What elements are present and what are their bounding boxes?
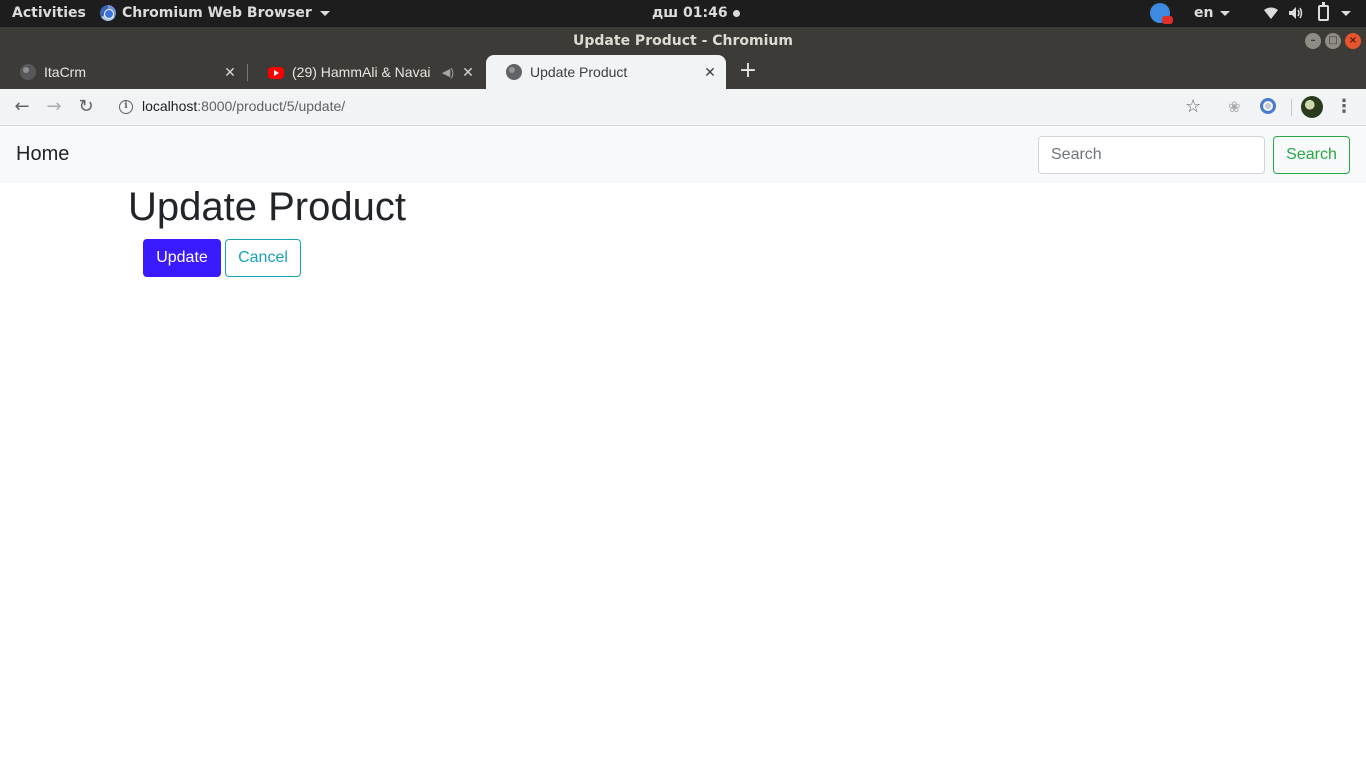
toolbar-divider — [1291, 99, 1292, 116]
maximize-icon[interactable]: □ — [1325, 33, 1341, 49]
more-menu-icon[interactable]: ⋮ — [1335, 95, 1353, 119]
forward-arrow-icon[interactable]: → — [42, 95, 66, 119]
youtube-icon — [268, 67, 284, 79]
update-button[interactable]: Update — [143, 239, 221, 277]
cancel-button[interactable]: Cancel — [225, 239, 301, 277]
address-bar[interactable]: localhost:8000/product/5/update/ — [142, 98, 345, 114]
tab-label: (29) HammAli & Navai — [292, 64, 431, 80]
clock-label: дш 01:46 — [652, 5, 728, 21]
window-title: Update Product - Chromium — [573, 33, 793, 49]
tab-itacrm[interactable]: ItaCrm ✕ — [0, 55, 246, 89]
globe-icon — [20, 64, 36, 80]
tab-youtube[interactable]: (29) HammAli & Navai ◀) ✕ — [248, 55, 484, 89]
chevron-down-icon — [319, 10, 330, 16]
volume-icon[interactable] — [1288, 6, 1304, 20]
tab-update-product[interactable]: Update Product ✕ — [486, 55, 726, 89]
chevron-down-icon[interactable] — [1341, 11, 1351, 16]
audio-playing-icon[interactable]: ◀) — [442, 66, 454, 79]
close-icon[interactable]: × — [1345, 33, 1361, 49]
tray-app-icon[interactable] — [1150, 3, 1173, 24]
bookmark-star-icon[interactable]: ☆ — [1185, 96, 1201, 117]
chevron-down-icon — [1220, 10, 1231, 16]
activities-button[interactable]: Activities — [12, 5, 86, 21]
extension-circle-icon[interactable] — [1260, 98, 1276, 114]
search-button[interactable]: Search — [1273, 136, 1350, 174]
globe-icon — [506, 64, 522, 80]
site-navbar: Home Search — [0, 127, 1366, 183]
new-tab-button[interactable]: + — [738, 60, 758, 82]
url-path: :8000/product/5/update/ — [197, 98, 346, 114]
app-menu[interactable]: Chromium Web Browser — [100, 5, 330, 21]
language-selector[interactable]: en — [1194, 5, 1231, 21]
browser-toolbar: ← → ↻ i localhost:8000/product/5/update/… — [0, 89, 1366, 126]
chromium-icon — [100, 5, 116, 21]
close-icon[interactable]: ✕ — [222, 64, 238, 80]
window-title-bar: Update Product - Chromium – □ × — [0, 27, 1366, 55]
tab-label: Update Product — [530, 64, 628, 80]
close-icon[interactable]: ✕ — [460, 64, 476, 80]
wifi-icon[interactable] — [1264, 7, 1278, 19]
site-info-icon[interactable]: i — [119, 100, 133, 114]
reload-icon[interactable]: ↻ — [74, 95, 98, 119]
page-title: Update Product — [128, 185, 406, 229]
battery-icon[interactable] — [1318, 2, 1329, 21]
profile-avatar[interactable] — [1301, 96, 1323, 118]
window-controls: – □ × — [1305, 33, 1361, 49]
clock[interactable]: дш 01:46 — [652, 5, 740, 21]
minimize-icon[interactable]: – — [1305, 33, 1321, 49]
tab-label: ItaCrm — [44, 64, 86, 80]
close-icon[interactable]: ✕ — [702, 64, 718, 80]
system-tray: en — [1136, 0, 1366, 27]
app-menu-label: Chromium Web Browser — [122, 5, 312, 21]
url-host: localhost — [142, 98, 198, 114]
language-label: en — [1194, 5, 1214, 21]
system-top-bar: Activities Chromium Web Browser дш 01:46… — [0, 0, 1366, 27]
navbar-brand-home[interactable]: Home — [16, 143, 69, 166]
notification-dot-icon — [732, 9, 740, 17]
search-input[interactable] — [1038, 136, 1265, 174]
extension-paw-icon[interactable]: ❀ — [1228, 98, 1241, 116]
back-arrow-icon[interactable]: ← — [10, 95, 34, 119]
tab-strip: ItaCrm ✕ (29) HammAli & Navai ◀) ✕ Updat… — [0, 55, 1366, 89]
